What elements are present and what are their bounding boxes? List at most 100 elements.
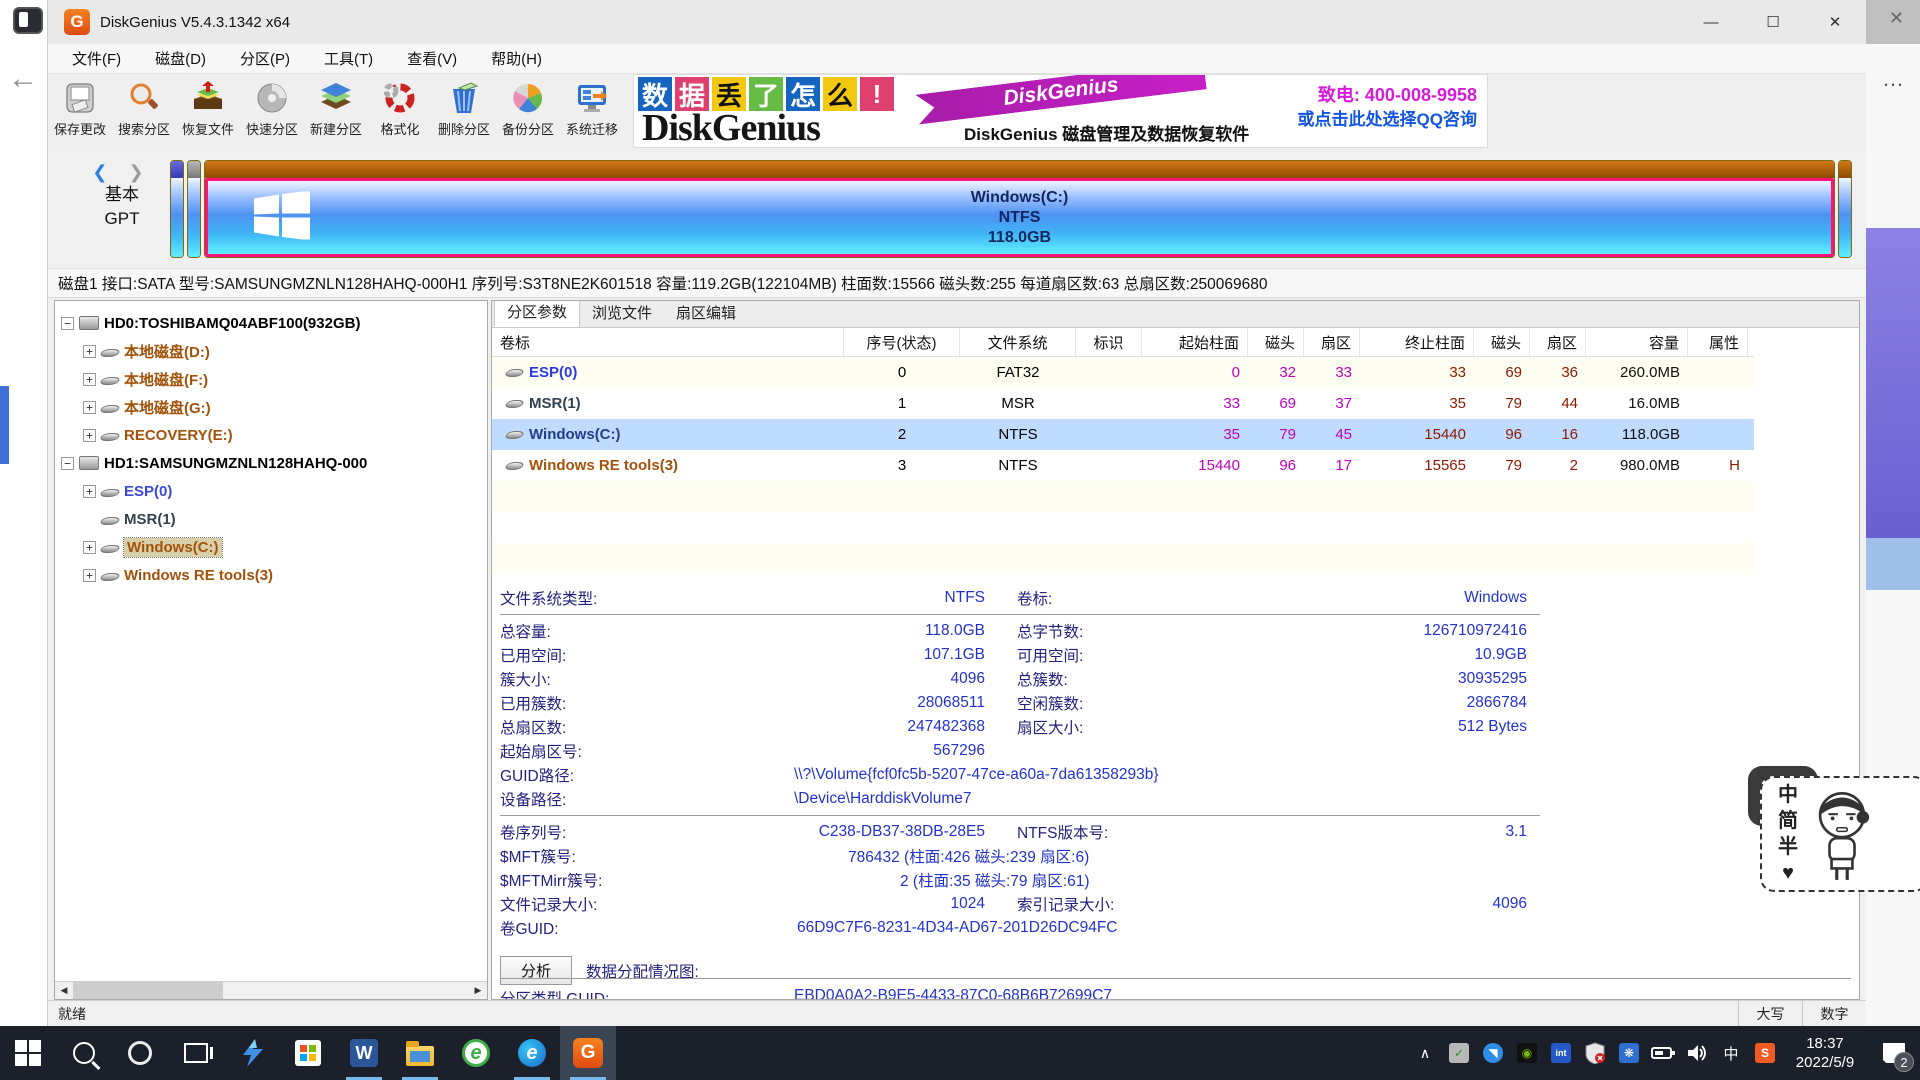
close-button[interactable]: ✕ bbox=[1804, 0, 1866, 44]
tray-snowflake-icon[interactable]: ❋ bbox=[1612, 1026, 1646, 1080]
expand-icon[interactable]: + bbox=[83, 569, 96, 582]
ime-mode-cn[interactable]: 中 bbox=[1778, 782, 1798, 808]
scroll-right-icon[interactable]: ▶ bbox=[469, 982, 487, 999]
collapse-icon[interactable]: − bbox=[61, 457, 74, 470]
banner-qq-link[interactable]: 或点击此处选择QQ咨询 bbox=[1298, 105, 1477, 130]
menu-tools[interactable]: 工具(T) bbox=[324, 48, 373, 69]
banner-tile: 据 bbox=[675, 77, 709, 111]
tray-power-icon[interactable] bbox=[1646, 1026, 1680, 1080]
collapse-icon[interactable]: − bbox=[61, 317, 74, 330]
table-row-esp[interactable]: ESP(0) 0FAT32 0 3233 3369 36260.0MB bbox=[492, 357, 1754, 388]
table-row-windows-re[interactable]: Windows RE tools(3) 3NTFS 15440 9617 155… bbox=[492, 450, 1754, 481]
table-row-msr[interactable]: MSR(1) 1MSR 33 6937 3579 4416.0MB bbox=[492, 388, 1754, 419]
tray-volume-icon[interactable] bbox=[1680, 1026, 1714, 1080]
ie-icon: e bbox=[462, 1039, 490, 1067]
banner-ad[interactable]: 数 据 丢 了 怎 么 ! DiskGenius DiskGenius 致电: … bbox=[633, 74, 1488, 148]
delete-partition-button[interactable]: 删除分区 bbox=[432, 74, 496, 150]
backup-partition-button[interactable]: 备份分区 bbox=[496, 74, 560, 150]
scroll-left-icon[interactable]: ◀ bbox=[55, 982, 73, 999]
search-partition-button[interactable]: 搜索分区 bbox=[112, 74, 176, 150]
partition-block-re-tools[interactable] bbox=[1838, 160, 1852, 258]
tray-sogou-icon[interactable]: S bbox=[1748, 1026, 1782, 1080]
tree-horizontal-scrollbar[interactable]: ◀ ▶ bbox=[55, 981, 487, 999]
tree-item-hd0[interactable]: −HD0:TOSHIBAMQ04ABF100(932GB) bbox=[61, 309, 487, 337]
expand-icon[interactable]: + bbox=[83, 345, 96, 358]
lightning-icon bbox=[239, 1039, 265, 1067]
taskbar-diskgenius-button[interactable]: G bbox=[560, 1026, 616, 1080]
tray-nvidia-icon[interactable]: ◉ bbox=[1510, 1026, 1544, 1080]
tree-item-local-g[interactable]: +本地磁盘(G:) bbox=[61, 393, 487, 421]
recover-files-button[interactable]: 恢复文件 bbox=[176, 74, 240, 150]
tray-ime-mode[interactable]: 中 bbox=[1714, 1026, 1748, 1080]
scrollbar-thumb[interactable] bbox=[73, 982, 223, 999]
expand-icon[interactable]: + bbox=[83, 485, 96, 498]
partition-block-esp[interactable] bbox=[170, 160, 184, 258]
partition-block-windows-c[interactable]: Windows(C:) NTFS 118.0GB bbox=[204, 160, 1835, 258]
maximize-button[interactable]: ☐ bbox=[1742, 0, 1804, 44]
save-changes-button[interactable]: 保存更改 bbox=[48, 74, 112, 150]
tray-intel-icon[interactable]: int bbox=[1544, 1026, 1578, 1080]
tab-partition-params[interactable]: 分区参数 bbox=[494, 300, 580, 327]
menu-partition[interactable]: 分区(P) bbox=[240, 48, 290, 69]
tree-item-esp[interactable]: +ESP(0) bbox=[61, 477, 487, 505]
taskbar-explorer-button[interactable] bbox=[392, 1026, 448, 1080]
taskbar-clock[interactable]: 18:37 2022/5/9 bbox=[1782, 1034, 1868, 1072]
ime-mascot bbox=[1810, 786, 1874, 882]
taskbar-app-lightning[interactable] bbox=[224, 1026, 280, 1080]
tray-security-shield-icon[interactable] bbox=[1578, 1026, 1612, 1080]
status-ready: 就绪 bbox=[48, 1004, 86, 1024]
taskbar-edge-button[interactable]: e bbox=[504, 1026, 560, 1080]
expand-icon[interactable]: + bbox=[83, 541, 96, 554]
taskbar-ie-button[interactable]: e bbox=[448, 1026, 504, 1080]
taskbar-store-button[interactable] bbox=[280, 1026, 336, 1080]
tray-messenger-icon[interactable]: ◥ bbox=[1476, 1026, 1510, 1080]
expand-icon[interactable]: + bbox=[83, 401, 96, 414]
table-row-windows-c-selected[interactable]: Windows(C:) 2NTFS 35 7945 1544096 16118.… bbox=[492, 419, 1754, 450]
system-migrate-button[interactable]: 系统迁移 bbox=[560, 74, 624, 150]
tree-item-msr[interactable]: MSR(1) bbox=[61, 505, 487, 533]
tray-overflow-chevron-icon[interactable]: ∧ bbox=[1408, 1026, 1442, 1080]
prev-disk-arrow-icon[interactable]: ❮ bbox=[92, 162, 115, 182]
expand-icon[interactable]: + bbox=[83, 373, 96, 386]
tab-sector-edit[interactable]: 扇区编辑 bbox=[664, 300, 748, 327]
tray-sync-icon[interactable]: ✓ bbox=[1442, 1026, 1476, 1080]
partition-block-msr[interactable] bbox=[187, 160, 201, 258]
tree-item-local-d[interactable]: +本地磁盘(D:) bbox=[61, 337, 487, 365]
ms-store-icon bbox=[295, 1040, 321, 1066]
taskbar-word-button[interactable]: W bbox=[336, 1026, 392, 1080]
next-disk-arrow-icon[interactable]: ❯ bbox=[129, 162, 152, 182]
cortana-button[interactable] bbox=[112, 1026, 168, 1080]
menu-file[interactable]: 文件(F) bbox=[72, 48, 121, 69]
tree-item-hd1[interactable]: −HD1:SAMSUNGMZNLN128HAHQ-000 bbox=[61, 449, 487, 477]
format-button[interactable]: 格式化 bbox=[368, 74, 432, 150]
tree-item-recovery-e[interactable]: +RECOVERY(E:) bbox=[61, 421, 487, 449]
start-button[interactable] bbox=[0, 1026, 56, 1080]
main-area: −HD0:TOSHIBAMQ04ABF100(932GB) +本地磁盘(D:) … bbox=[48, 298, 1866, 1000]
search-icon bbox=[73, 1042, 95, 1064]
minimize-button[interactable]: — bbox=[1680, 0, 1742, 44]
table-empty-row bbox=[492, 481, 1754, 512]
taskbar-search-button[interactable] bbox=[56, 1026, 112, 1080]
expand-icon[interactable]: + bbox=[83, 429, 96, 442]
partition-detail-panel: 分区参数 浏览文件 扇区编辑 卷标序号(状态) 文件系统标识 起始柱面磁头 扇区… bbox=[491, 300, 1860, 1000]
tree-item-local-f[interactable]: +本地磁盘(F:) bbox=[61, 365, 487, 393]
menu-disk[interactable]: 磁盘(D) bbox=[155, 48, 206, 69]
ime-heart-icon[interactable]: ♥ bbox=[1778, 860, 1798, 886]
tree-item-windows-re[interactable]: +Windows RE tools(3) bbox=[61, 561, 487, 589]
action-center-button[interactable]: 2 bbox=[1868, 1026, 1920, 1080]
menu-view[interactable]: 查看(V) bbox=[407, 48, 457, 69]
menu-help[interactable]: 帮助(H) bbox=[491, 48, 542, 69]
partition-icon bbox=[99, 489, 122, 497]
task-view-button[interactable] bbox=[168, 1026, 224, 1080]
tree-item-windows-c[interactable]: +Windows(C:) bbox=[61, 533, 487, 561]
ime-mode-halfwidth[interactable]: 半 bbox=[1778, 834, 1798, 860]
format-icon bbox=[381, 79, 419, 117]
ime-mode-simplified[interactable]: 简 bbox=[1778, 808, 1798, 834]
tab-browse-files[interactable]: 浏览文件 bbox=[580, 300, 664, 327]
ime-status-widget[interactable]: 中 简 半 ♥ bbox=[1738, 772, 1920, 894]
wallpaper-blue-band bbox=[1866, 538, 1920, 590]
table-empty-row bbox=[492, 512, 1754, 543]
new-partition-button[interactable]: 新建分区 bbox=[304, 74, 368, 150]
quick-partition-button[interactable]: 快速分区 bbox=[240, 74, 304, 150]
disk-icon bbox=[79, 316, 99, 330]
